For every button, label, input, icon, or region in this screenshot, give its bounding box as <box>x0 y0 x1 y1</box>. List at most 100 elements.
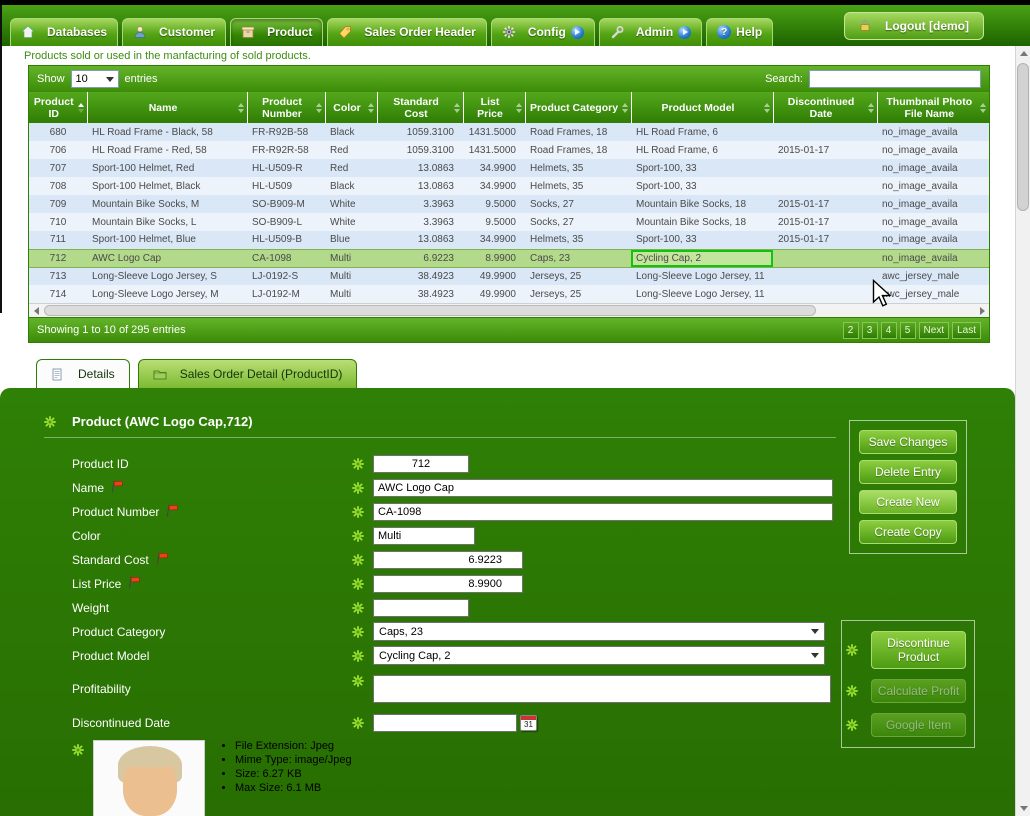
column-header-standard-cost[interactable]: Standard Cost <box>376 92 463 123</box>
table-cell[interactable]: 1431.5000 <box>463 141 525 159</box>
vertical-scrollbar[interactable] <box>1015 46 1030 816</box>
table-cell[interactable]: Road Frames, 18 <box>525 141 631 159</box>
table-cell[interactable]: 2015-01-17 <box>773 213 877 231</box>
table-cell[interactable]: Mountain Bike Socks, 18 <box>631 213 773 231</box>
table-cell[interactable]: 2015-01-17 <box>773 231 877 249</box>
column-header-product-category[interactable]: Product Category <box>524 92 631 123</box>
table-cell[interactable]: Sport-100, 33 <box>631 231 773 249</box>
table-cell[interactable]: awc_jersey_male <box>877 285 989 303</box>
table-cell[interactable]: 706 <box>29 141 87 159</box>
table-cell[interactable]: 713 <box>29 267 87 285</box>
table-cell[interactable]: no_image_availa <box>877 213 989 231</box>
table-cell[interactable]: 9.5000 <box>463 195 525 213</box>
table-cell[interactable]: Long-Sleeve Logo Jersey, 11 <box>631 267 773 285</box>
table-cell[interactable]: Socks, 27 <box>525 195 631 213</box>
table-cell[interactable]: Blue <box>325 231 377 249</box>
product-model-select[interactable]: Cycling Cap, 2 <box>373 646 825 665</box>
table-cell[interactable]: FR-R92R-58 <box>247 141 325 159</box>
column-header-product-id[interactable]: Product ID <box>29 92 87 123</box>
table-cell[interactable]: 3.3963 <box>377 213 463 231</box>
page-button[interactable]: Last <box>952 321 981 339</box>
table-cell[interactable] <box>773 285 877 303</box>
table-cell[interactable]: Black <box>325 123 377 141</box>
nav-product[interactable]: Product <box>230 18 324 46</box>
name-input[interactable] <box>373 478 833 497</box>
table-cell[interactable]: HL Road Frame, 6 <box>631 141 773 159</box>
table-cell[interactable]: LJ-0192-S <box>247 267 325 285</box>
table-cell[interactable]: no_image_availa <box>877 248 989 268</box>
table-row[interactable]: 707 Sport-100 Helmet, Red HL-U509-R Red 13.0… <box>29 159 989 177</box>
table-cell[interactable]: HL Road Frame - Black, 58 <box>87 123 247 141</box>
table-cell[interactable]: no_image_availa <box>877 159 989 177</box>
table-cell[interactable]: 3.3963 <box>377 195 463 213</box>
table-cell[interactable]: SO-B909-M <box>247 195 325 213</box>
table-cell[interactable]: Jerseys, 25 <box>525 285 631 303</box>
table-cell[interactable]: Socks, 27 <box>525 213 631 231</box>
page-button[interactable]: 3 <box>861 321 878 339</box>
table-cell[interactable]: HL-U509 <box>247 177 325 195</box>
table-cell[interactable]: no_image_availa <box>877 123 989 141</box>
table-cell[interactable]: 680 <box>29 123 87 141</box>
table-cell[interactable]: 38.4923 <box>377 267 463 285</box>
table-cell[interactable]: 6.9223 <box>377 248 463 268</box>
nav-sales-order-header[interactable]: Sales Order Header <box>327 18 487 46</box>
table-cell[interactable]: HL-U509-B <box>247 231 325 249</box>
table-cell[interactable]: 9.5000 <box>463 213 525 231</box>
table-cell[interactable]: Red <box>325 159 377 177</box>
table-cell[interactable]: 712 <box>29 248 87 268</box>
table-cell[interactable]: Multi <box>325 285 377 303</box>
table-cell[interactable]: Sport-100 Helmet, Red <box>87 159 247 177</box>
scroll-up-arrow-icon[interactable] <box>1016 46 1030 61</box>
search-input[interactable] <box>809 70 981 88</box>
product-category-select[interactable]: Caps, 23 <box>373 622 825 641</box>
product-number-input[interactable] <box>373 502 833 521</box>
column-header-product-number[interactable]: Product Number <box>246 92 325 123</box>
color-input[interactable] <box>373 526 475 545</box>
page-button[interactable]: 2 <box>842 321 859 339</box>
table-cell[interactable]: Black <box>325 177 377 195</box>
table-cell[interactable]: no_image_availa <box>877 141 989 159</box>
table-cell[interactable]: Sport-100 Helmet, Black <box>87 177 247 195</box>
table-cell[interactable]: Mountain Bike Socks, M <box>87 195 247 213</box>
table-row[interactable]: 706 HL Road Frame - Red, 58 FR-R92R-58 Red 1… <box>29 141 989 159</box>
table-row[interactable]: 680 HL Road Frame - Black, 58 FR-R92B-58 Bl… <box>29 123 989 141</box>
table-cell[interactable] <box>773 267 877 285</box>
table-cell[interactable]: CA-1098 <box>247 248 325 268</box>
table-cell[interactable]: 711 <box>29 231 87 249</box>
table-cell[interactable]: 707 <box>29 159 87 177</box>
table-cell[interactable]: no_image_availa <box>877 195 989 213</box>
horizontal-scroll-thumb[interactable] <box>44 305 816 316</box>
table-cell[interactable]: 2015-01-17 <box>773 195 877 213</box>
table-row[interactable]: 711 Sport-100 Helmet, Blue HL-U509-B Blue 13… <box>29 231 989 249</box>
table-cell[interactable]: Sport-100 Helmet, Blue <box>87 231 247 249</box>
table-cell[interactable]: Road Frames, 18 <box>525 123 631 141</box>
nav-databases[interactable]: Databases <box>10 18 119 46</box>
table-cell[interactable]: 34.9900 <box>463 177 525 195</box>
table-cell[interactable]: HL Road Frame - Red, 58 <box>87 141 247 159</box>
table-cell[interactable]: Jerseys, 25 <box>525 267 631 285</box>
table-cell[interactable]: LJ-0192-M <box>247 285 325 303</box>
table-cell[interactable]: 13.0863 <box>377 177 463 195</box>
page-button[interactable]: 4 <box>880 321 897 339</box>
google-item-button[interactable]: Google Item <box>871 713 966 737</box>
table-cell[interactable]: 8.9900 <box>463 248 525 268</box>
column-header-color[interactable]: Color <box>324 92 377 123</box>
discontinued-date-input[interactable] <box>373 713 517 732</box>
table-cell[interactable]: 13.0863 <box>377 159 463 177</box>
table-cell[interactable]: awc_jersey_male <box>877 267 989 285</box>
delete-entry-button[interactable]: Delete Entry <box>859 460 957 484</box>
table-cell[interactable]: 13.0863 <box>377 231 463 249</box>
table-cell[interactable]: 710 <box>29 213 87 231</box>
thumbnail-photo[interactable] <box>93 740 205 816</box>
table-cell[interactable]: Long-Sleeve Logo Jersey, M <box>87 285 247 303</box>
calendar-icon[interactable]: 31 <box>520 714 537 731</box>
vertical-scroll-thumb[interactable] <box>1017 63 1029 211</box>
table-cell[interactable]: Sport-100, 33 <box>631 177 773 195</box>
table-cell[interactable]: Helmets, 35 <box>525 177 631 195</box>
column-header-thumbnail[interactable]: Thumbnail Photo File Name <box>876 92 989 123</box>
standard-cost-input[interactable] <box>373 550 523 569</box>
column-header-discontinued-date[interactable]: Discontinued Date <box>772 92 877 123</box>
nav-admin[interactable]: Admin <box>598 18 703 46</box>
table-cell[interactable]: Sport-100, 33 <box>631 159 773 177</box>
discontinue-product-button[interactable]: Discontinue Product <box>871 631 966 669</box>
